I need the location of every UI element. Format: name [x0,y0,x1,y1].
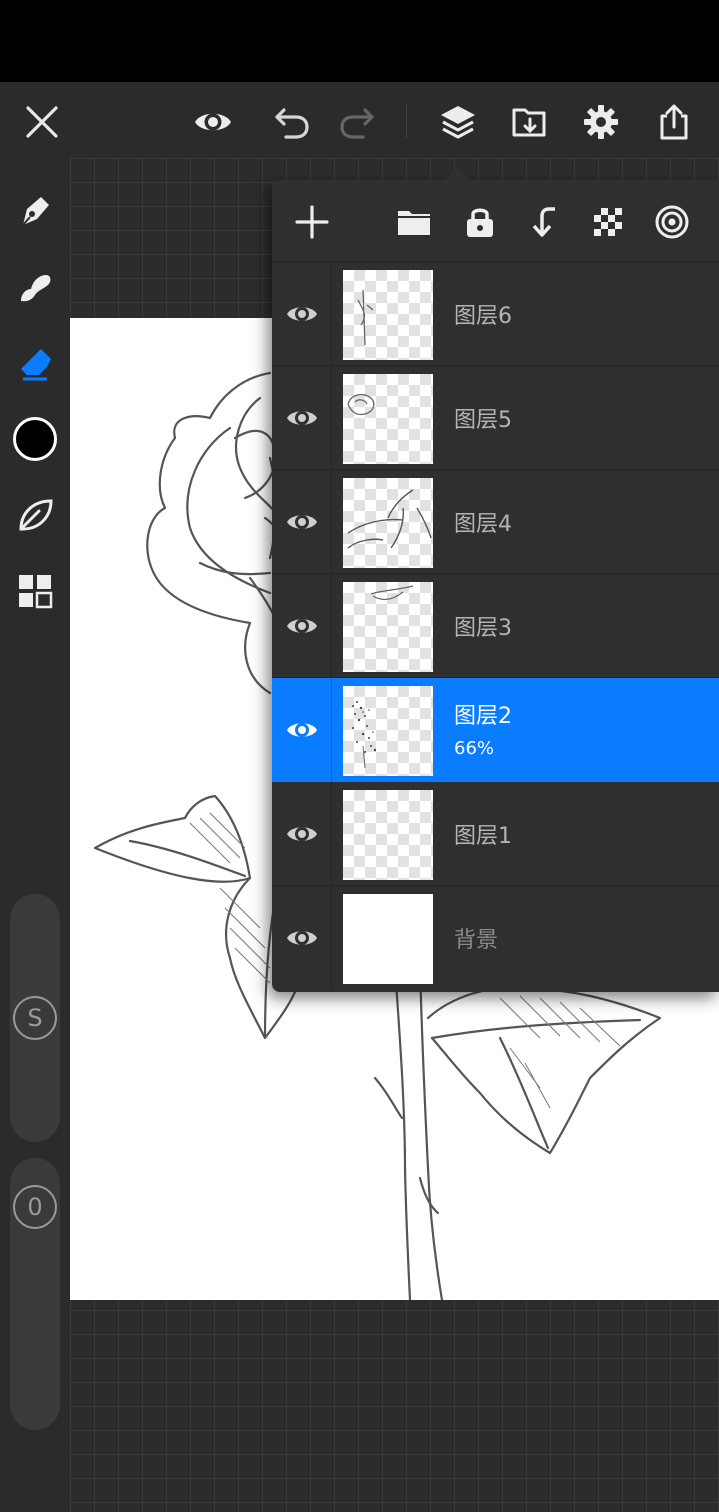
visibility-eye-icon[interactable] [272,886,332,990]
visibility-eye-icon[interactable] [272,262,332,366]
layer-row[interactable]: 图层5 [272,366,719,470]
layer-row[interactable]: 图层1 [272,782,719,886]
layer-name: 图层3 [454,616,512,641]
top-toolbar [0,82,719,158]
pen-tool-icon[interactable] [10,186,60,236]
layer-row-selected[interactable]: 图层2 66% [272,678,719,782]
opacity-slider-knob[interactable]: 0 [13,1185,57,1229]
layer-thumbnail [343,582,433,672]
layer-thumbnail [343,478,433,568]
color-swatch[interactable] [13,417,57,461]
toolbar-divider [406,104,407,138]
undo-icon[interactable] [266,96,318,148]
add-layer-icon[interactable] [290,200,334,244]
gallery-grid-icon[interactable] [10,566,60,616]
folder-icon[interactable] [392,200,436,244]
layers-panel-header [272,180,719,262]
visibility-eye-icon[interactable] [272,782,332,886]
visibility-eye-icon[interactable] [272,470,332,574]
lock-icon[interactable] [458,200,502,244]
smudge-tool-icon[interactable] [10,262,60,312]
layer-opacity: 66% [454,738,495,759]
layer-name: 背景 [454,928,499,953]
layer-name: 图层6 [454,304,512,329]
transparency-checker-icon[interactable] [586,200,630,244]
leaf-brush-icon[interactable] [10,490,60,540]
layer-thumbnail [343,374,433,464]
layer-name: 图层5 [454,408,512,433]
popover-caret [445,166,469,180]
layer-thumbnail [343,894,433,984]
left-toolbar: S 0 [0,158,70,1512]
layer-row[interactable]: 图层4 [272,470,719,574]
layer-name: 图层1 [454,824,512,849]
size-slider-knob[interactable]: S [13,996,57,1040]
layer-row[interactable]: 图层3 [272,574,719,678]
layer-row[interactable]: 图层6 [272,262,719,366]
visibility-eye-icon[interactable] [272,574,332,678]
redo-icon[interactable] [331,96,383,148]
brush-opacity-slider[interactable]: 0 [10,1158,60,1430]
status-bar [0,0,719,82]
visibility-eye-icon[interactable] [272,366,332,470]
close-icon[interactable] [16,96,68,148]
layer-thumbnail [343,686,433,776]
brush-size-slider[interactable]: S [10,894,60,1142]
blend-mode-icon[interactable] [650,200,694,244]
layer-row-background[interactable]: 背景 [272,886,719,990]
layers-panel: 图层6 图层5 图层4 图层3 图层2 66% 图层1 背景 [272,180,719,992]
visibility-eye-icon[interactable] [272,678,332,782]
layer-thumbnail [343,790,433,880]
settings-icon[interactable] [575,96,627,148]
layer-thumbnail [343,270,433,360]
eraser-tool-icon[interactable] [10,338,60,388]
preview-eye-icon[interactable] [187,96,239,148]
layers-icon[interactable] [432,96,484,148]
layer-name: 图层4 [454,512,512,537]
merge-down-icon[interactable] [522,200,566,244]
layer-name: 图层2 [454,704,512,729]
import-icon[interactable] [504,96,556,148]
share-icon[interactable] [648,96,700,148]
